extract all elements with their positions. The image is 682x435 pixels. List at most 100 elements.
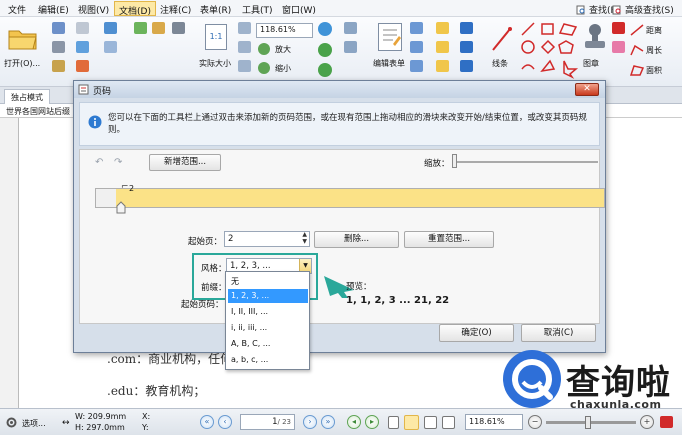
style-option-roman-lower[interactable]: i, ii, iii, ... [228, 321, 308, 335]
range-start-handle-icon[interactable] [116, 201, 126, 214]
edit-form-label[interactable]: 编辑表单 [373, 58, 405, 69]
reset-range-button[interactable]: 重置范围... [404, 231, 494, 248]
checkbox-tool-icon[interactable] [410, 41, 423, 53]
pin-icon[interactable] [460, 22, 473, 34]
magnifier-icon[interactable] [318, 22, 332, 36]
single-page-icon[interactable] [388, 416, 399, 429]
menu-document[interactable]: 文档(D) [114, 1, 156, 17]
stamp-label[interactable]: 图章 [583, 58, 599, 69]
options-label[interactable]: 选项... [22, 418, 46, 429]
zoom-in-icon[interactable] [258, 43, 270, 55]
history-back-button[interactable]: ◂ [347, 415, 361, 429]
fit-page-icon[interactable] [238, 22, 251, 34]
zoom-out-icon[interactable] [258, 62, 270, 74]
perimeter-icon[interactable] [630, 44, 644, 56]
text-tool-icon[interactable] [436, 22, 449, 34]
typewriter-icon[interactable] [436, 41, 449, 53]
advanced-search-link[interactable]: 高级查找(S) [612, 3, 674, 16]
actual-size-icon[interactable]: 1:1 [205, 24, 227, 50]
menu-edit[interactable]: 编辑(E) [38, 3, 69, 16]
save-icon[interactable] [52, 22, 65, 34]
cloud-icon[interactable] [76, 41, 89, 53]
area-icon[interactable] [630, 64, 644, 76]
dialog-close-button[interactable]: ✕ [575, 83, 599, 96]
status-zoom-in-button[interactable]: + [640, 415, 654, 429]
menu-comment[interactable]: 注释(C) [160, 3, 191, 16]
callout-icon[interactable] [436, 60, 449, 72]
scan-icon[interactable] [52, 60, 65, 72]
zoom-slider-track[interactable] [546, 421, 636, 424]
eraser-icon[interactable] [612, 41, 625, 53]
last-page-button[interactable]: » [321, 415, 335, 429]
email-icon[interactable] [76, 22, 89, 34]
style-option-roman-upper[interactable]: I, II, III, ... [228, 305, 308, 319]
style-option-none[interactable]: 无 [228, 274, 308, 288]
history-forward-button[interactable]: ▸ [365, 415, 379, 429]
ok-button[interactable]: 确定(O) [439, 324, 514, 342]
select-hand-icon[interactable] [152, 22, 165, 34]
distance-label[interactable]: 距离 [646, 25, 662, 36]
style-option-alpha-upper[interactable]: A, B, C, ... [228, 337, 308, 351]
start-page-spinner-icon[interactable]: ▲ ▼ [302, 231, 307, 245]
back-icon[interactable] [134, 22, 147, 34]
options-gear-icon[interactable] [6, 417, 17, 428]
tab-exclusive-mode[interactable]: 独占模式 [4, 89, 50, 104]
open-folder-icon[interactable] [8, 25, 38, 51]
style-option-alpha-lower[interactable]: a, b, c, ... [228, 353, 308, 367]
zoom-slider-thumb[interactable] [585, 416, 591, 429]
edit-form-icon[interactable] [378, 23, 402, 51]
fit-width-icon[interactable] [238, 41, 251, 53]
menu-window[interactable]: 窗口(W) [282, 3, 316, 16]
status-zoom-select[interactable]: 118.61% [465, 414, 523, 430]
menu-form[interactable]: 表单(R) [200, 3, 231, 16]
lines-icon[interactable] [490, 25, 514, 53]
print-icon[interactable] [52, 41, 65, 53]
ribbon-zoom-input[interactable]: 118.61% [256, 23, 313, 38]
undo-icon[interactable]: ↶ [95, 157, 103, 168]
fit-visible-icon[interactable] [238, 60, 251, 72]
camera-icon[interactable] [172, 22, 185, 34]
sound-icon[interactable] [460, 60, 473, 72]
perimeter-label[interactable]: 周长 [646, 45, 662, 56]
status-zoom-out-button[interactable]: − [528, 415, 542, 429]
pdf-icon[interactable] [660, 416, 673, 428]
style-dropdown-list[interactable]: 无 1, 2, 3, ... I, II, III, ... i, ii, ii… [225, 271, 310, 370]
dialog-zoom-thumb[interactable] [452, 154, 457, 168]
start-page-input[interactable]: 2 ▲ ▼ [224, 231, 310, 247]
first-page-button[interactable]: « [200, 415, 214, 429]
rotate-left-icon[interactable] [318, 63, 332, 77]
shape-tools-icon[interactable] [520, 21, 580, 79]
pencil-icon[interactable] [612, 22, 625, 34]
area-label[interactable]: 面积 [646, 65, 662, 76]
new-range-button[interactable]: 新增范围... [149, 154, 221, 171]
rotate-icon[interactable] [318, 43, 332, 57]
continuous-facing-icon[interactable] [442, 416, 455, 429]
stamp-icon[interactable] [582, 23, 608, 51]
document-title[interactable]: 世界各国网站后缀 [6, 106, 70, 117]
prev-page-button[interactable]: ‹ [218, 415, 232, 429]
page-number-input[interactable]: 1/ 23 [240, 414, 295, 430]
list-tool-icon[interactable] [410, 60, 423, 72]
continuous-page-icon[interactable] [404, 415, 419, 430]
style-option-arabic[interactable]: 1, 2, 3, ... [228, 289, 308, 303]
dialog-zoom-track[interactable] [452, 161, 598, 163]
undo-icon[interactable] [104, 22, 117, 34]
zoom-in-label[interactable]: 放大 [275, 44, 291, 55]
text-field-icon[interactable] [410, 22, 423, 34]
open-label[interactable]: 打开(O)... [4, 58, 40, 69]
distance-icon[interactable] [630, 24, 644, 36]
redo-icon[interactable]: ↷ [114, 157, 122, 168]
page-icon[interactable] [344, 41, 357, 53]
next-page-button[interactable]: › [303, 415, 317, 429]
facing-page-icon[interactable] [424, 416, 437, 429]
lines-label[interactable]: 线条 [492, 58, 508, 69]
hand-tool-icon[interactable] [104, 41, 117, 53]
menu-view[interactable]: 视图(V) [78, 3, 109, 16]
share-icon[interactable] [76, 60, 89, 72]
menu-tools[interactable]: 工具(T) [242, 3, 273, 16]
delete-button[interactable]: 删除... [314, 231, 399, 248]
view-icon[interactable] [344, 22, 357, 34]
menu-file[interactable]: 文件 [8, 3, 26, 16]
page-range-fill[interactable] [116, 189, 604, 207]
attach-icon[interactable] [460, 41, 473, 53]
